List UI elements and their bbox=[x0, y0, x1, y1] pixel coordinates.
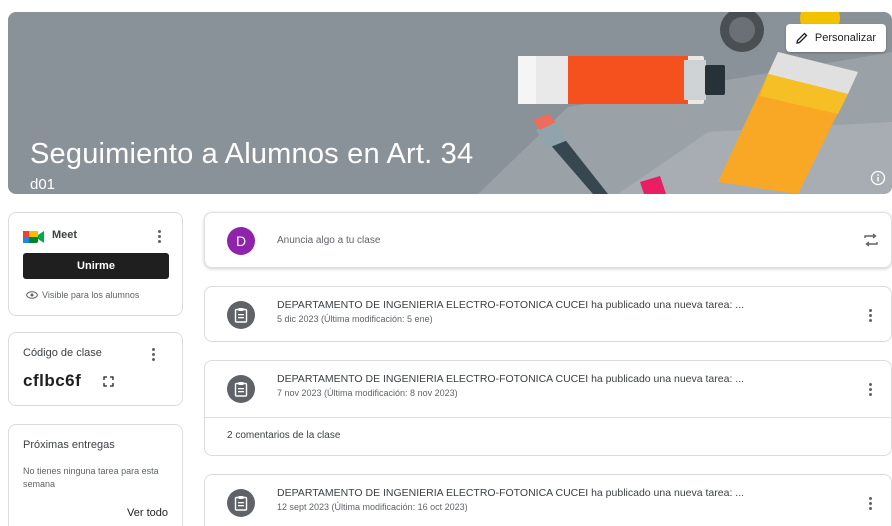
stream-post: DEPARTAMENTO DE INGENIERIA ELECTRO-FOTON… bbox=[204, 360, 892, 456]
meet-more-icon[interactable] bbox=[152, 227, 166, 245]
stream-post: DEPARTAMENTO DE INGENIERIA ELECTRO-FOTON… bbox=[204, 286, 892, 342]
post-date: 7 nov 2023 (Última modificación: 8 nov 2… bbox=[277, 388, 458, 398]
post-more-icon[interactable] bbox=[863, 306, 877, 324]
class-code-label: Código de clase bbox=[23, 347, 102, 359]
post-date: 5 dic 2023 (Última modificación: 5 ene) bbox=[277, 314, 433, 324]
pencil-icon bbox=[796, 32, 808, 44]
assignment-icon bbox=[227, 489, 255, 517]
repost-icon[interactable] bbox=[863, 232, 879, 248]
join-meet-button[interactable]: Unirme bbox=[23, 253, 169, 279]
post-more-icon[interactable] bbox=[863, 380, 877, 398]
eye-icon bbox=[26, 291, 38, 299]
class-title: Seguimiento a Alumnos en Art. 34 bbox=[30, 138, 474, 170]
view-all-link[interactable]: Ver todo bbox=[127, 507, 168, 519]
meet-icon bbox=[23, 231, 44, 243]
post-title: DEPARTAMENTO DE INGENIERIA ELECTRO-FOTON… bbox=[277, 487, 745, 499]
assignment-icon bbox=[227, 375, 255, 403]
announce-input[interactable]: Anuncia algo a tu clase bbox=[277, 235, 380, 246]
assignment-icon bbox=[227, 301, 255, 329]
customize-button[interactable]: Personalizar bbox=[785, 24, 886, 52]
class-banner: Seguimiento a Alumnos en Art. 34 d01 Per… bbox=[8, 12, 892, 194]
class-code-value: cflbc6f bbox=[23, 371, 82, 390]
post-header[interactable]: DEPARTAMENTO DE INGENIERIA ELECTRO-FOTON… bbox=[205, 361, 891, 417]
upcoming-card: Próximas entregas No tienes ninguna tare… bbox=[8, 424, 183, 526]
meet-visibility-text: Visible para los alumnos bbox=[42, 290, 140, 300]
upcoming-title: Próximas entregas bbox=[23, 439, 115, 451]
post-divider bbox=[205, 417, 891, 418]
class-code-more-icon[interactable] bbox=[146, 345, 160, 363]
class-code-card: Código de clase cflbc6f bbox=[8, 332, 183, 406]
customize-label: Personalizar bbox=[814, 32, 876, 44]
classroom-page: Seguimiento a Alumnos en Art. 34 d01 Per… bbox=[0, 0, 892, 526]
meet-card: Meet Unirme Visible para los alumnos bbox=[8, 212, 183, 316]
fullscreen-icon[interactable] bbox=[103, 376, 114, 387]
avatar: D bbox=[227, 227, 255, 255]
class-comments-link[interactable]: 2 comentarios de la clase bbox=[227, 430, 340, 441]
announce-box[interactable]: D Anuncia algo a tu clase bbox=[204, 212, 892, 268]
class-section: d01 bbox=[30, 176, 56, 193]
upcoming-empty-text: No tienes ninguna tarea para esta semana bbox=[23, 466, 159, 489]
post-title: DEPARTAMENTO DE INGENIERIA ELECTRO-FOTON… bbox=[277, 373, 745, 385]
post-header[interactable]: DEPARTAMENTO DE INGENIERIA ELECTRO-FOTON… bbox=[205, 287, 891, 343]
post-date: 12 sept 2023 (Última modificación: 16 oc… bbox=[277, 502, 468, 512]
post-header[interactable]: DEPARTAMENTO DE INGENIERIA ELECTRO-FOTON… bbox=[205, 475, 891, 526]
post-title: DEPARTAMENTO DE INGENIERIA ELECTRO-FOTON… bbox=[277, 299, 745, 311]
info-icon[interactable] bbox=[870, 170, 886, 186]
meet-visibility: Visible para los alumnos bbox=[26, 290, 139, 300]
meet-label: Meet bbox=[52, 229, 78, 241]
post-more-icon[interactable] bbox=[863, 494, 877, 512]
stream-post: DEPARTAMENTO DE INGENIERIA ELECTRO-FOTON… bbox=[204, 474, 892, 526]
